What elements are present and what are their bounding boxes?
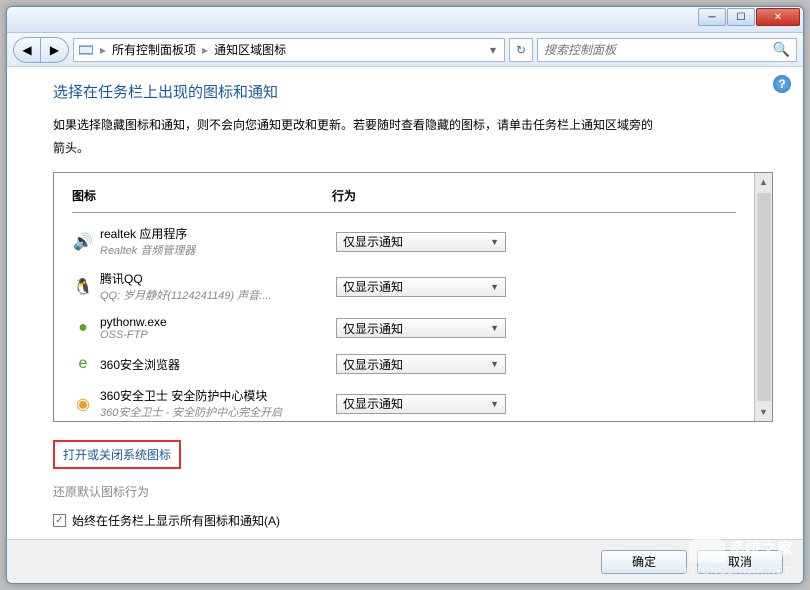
row-texts: pythonw.exeOSS-FTP [100, 315, 330, 341]
window: ─ ☐ ✕ ◀ ▶ ▸ 所有控制面板项 ▸ 通知区域图标 ▾ ↻ � [6, 6, 804, 584]
python-icon: ● [72, 317, 94, 339]
browser-icon: e [72, 353, 94, 375]
chevron-down-icon: ▼ [490, 323, 499, 333]
chevron-down-icon: ▼ [490, 237, 499, 247]
row-texts: 360安全浏览器 [100, 356, 330, 373]
row-title: realtek 应用程序 [100, 225, 330, 242]
breadcrumb-item-all[interactable]: 所有控制面板项 [112, 41, 196, 58]
behavior-value: 仅显示通知 [343, 278, 403, 295]
row-subtitle: OSS-FTP [100, 329, 330, 341]
restore-defaults-link[interactable]: 还原默认图标行为 [53, 483, 781, 500]
qq-icon: 🐧 [72, 276, 94, 298]
refresh-button[interactable]: ↻ [509, 38, 533, 62]
icon-list-inner: 图标 行为 🔊realtek 应用程序Realtek 音频管理器仅显示通知▼🐧腾… [54, 173, 754, 421]
forward-button[interactable]: ▶ [41, 37, 69, 63]
row-title: 360安全浏览器 [100, 356, 330, 373]
breadcrumb-dropdown-icon[interactable]: ▾ [486, 43, 500, 57]
content-area: ? 选择在任务栏上出现的图标和通知 如果选择隐藏图标和通知，则不会向您通知更改和… [7, 67, 803, 539]
row-texts: realtek 应用程序Realtek 音频管理器 [100, 225, 330, 258]
shield-icon: ◉ [72, 393, 94, 415]
always-show-label: 始终在任务栏上显示所有图标和通知(A) [72, 512, 280, 529]
always-show-checkbox-row: ✓ 始终在任务栏上显示所有图标和通知(A) [53, 512, 781, 529]
row-texts: 腾讯QQQQ: 岁月静好(1124241149) 声音:... [100, 270, 330, 303]
chevron-down-icon: ▼ [490, 282, 499, 292]
minimize-button[interactable]: ─ [698, 8, 726, 26]
scroll-up-icon[interactable]: ▲ [755, 173, 772, 191]
row-subtitle: QQ: 岁月静好(1124241149) 声音:... [100, 287, 330, 303]
column-icon: 图标 [72, 187, 332, 204]
arrow-left-icon: ◀ [22, 43, 31, 57]
list-item: e 360安全浏览器仅显示通知 ▼ [72, 347, 736, 381]
toggle-system-icons-link[interactable]: 打开或关闭系统图标 [63, 448, 171, 462]
row-texts: 360安全卫士 安全防护中心模块360安全卫士 - 安全防护中心完全开启 [100, 387, 330, 420]
help-icon[interactable]: ? [773, 75, 791, 93]
behavior-select[interactable]: 仅显示通知 ▼ [336, 354, 506, 374]
behavior-value: 仅显示通知 [343, 233, 403, 250]
watermark-sub: XITONGZHIJIA.NET [684, 566, 792, 577]
control-panel-icon [78, 42, 94, 58]
list-item: 🐧 腾讯QQQQ: 岁月静好(1124241149) 声音:... 仅显示通知 ▼ [72, 264, 736, 309]
scroll-down-icon[interactable]: ▼ [755, 403, 772, 421]
breadcrumb-item-notify[interactable]: 通知区域图标 [214, 41, 286, 58]
page-description-1: 如果选择隐藏图标和通知，则不会向您通知更改和更新。若要随时查看隐藏的图标，请单击… [53, 116, 781, 135]
chevron-down-icon: ▼ [490, 359, 499, 369]
close-button[interactable]: ✕ [756, 8, 800, 26]
behavior-select[interactable]: 仅显示通知 ▼ [336, 277, 506, 297]
refresh-icon: ↻ [516, 43, 526, 57]
behavior-value: 仅显示通知 [343, 356, 403, 373]
list-item: ● pythonw.exeOSS-FTP 仅显示通知 ▼ [72, 309, 736, 347]
titlebar: ─ ☐ ✕ [7, 7, 803, 33]
nav-buttons: ◀ ▶ [13, 37, 69, 63]
icon-list: 图标 行为 🔊realtek 应用程序Realtek 音频管理器仅显示通知▼🐧腾… [53, 172, 773, 422]
maximize-button[interactable]: ☐ [727, 8, 755, 26]
column-behavior: 行为 [332, 187, 736, 204]
search-icon[interactable]: 🔍 [773, 41, 790, 58]
page-description-2: 箭头。 [53, 139, 781, 158]
scroll-thumb[interactable] [757, 193, 771, 401]
addressbar: ◀ ▶ ▸ 所有控制面板项 ▸ 通知区域图标 ▾ ↻ 🔍 [7, 33, 803, 67]
row-subtitle: 360安全卫士 - 安全防护中心完全开启 [100, 404, 330, 420]
breadcrumb-sep: ▸ [202, 43, 208, 57]
page-title: 选择在任务栏上出现的图标和通知 [53, 81, 781, 102]
row-title: 腾讯QQ [100, 270, 330, 287]
search-input[interactable] [544, 43, 773, 57]
row-title: pythonw.exe [100, 315, 330, 329]
speaker-icon: 🔊 [72, 231, 94, 253]
chevron-down-icon: ▼ [490, 399, 499, 409]
always-show-checkbox[interactable]: ✓ [53, 514, 66, 527]
list-header: 图标 行为 [72, 187, 736, 213]
list-item: 🔊 realtek 应用程序Realtek 音频管理器仅显示通知 ▼ [72, 219, 736, 264]
search-box[interactable]: 🔍 [537, 38, 797, 62]
row-title: 360安全卫士 安全防护中心模块 [100, 387, 330, 404]
row-subtitle: Realtek 音频管理器 [100, 242, 330, 258]
scrollbar[interactable]: ▲ ▼ [754, 173, 772, 421]
toggle-system-icons-link-highlight: 打开或关闭系统图标 [53, 440, 181, 469]
behavior-select[interactable]: 仅显示通知 ▼ [336, 318, 506, 338]
behavior-value: 仅显示通知 [343, 395, 403, 412]
list-item: ◉ 360安全卫士 安全防护中心模块360安全卫士 - 安全防护中心完全开启仅显示… [72, 381, 736, 421]
behavior-value: 仅显示通知 [343, 320, 403, 337]
ok-button[interactable]: 确定 [601, 550, 687, 574]
arrow-right-icon: ▶ [50, 43, 59, 57]
back-button[interactable]: ◀ [13, 37, 41, 63]
breadcrumb[interactable]: ▸ 所有控制面板项 ▸ 通知区域图标 ▾ [73, 38, 505, 62]
behavior-select[interactable]: 仅显示通知 ▼ [336, 394, 506, 414]
breadcrumb-sep: ▸ [100, 43, 106, 57]
behavior-select[interactable]: 仅显示通知 ▼ [336, 232, 506, 252]
